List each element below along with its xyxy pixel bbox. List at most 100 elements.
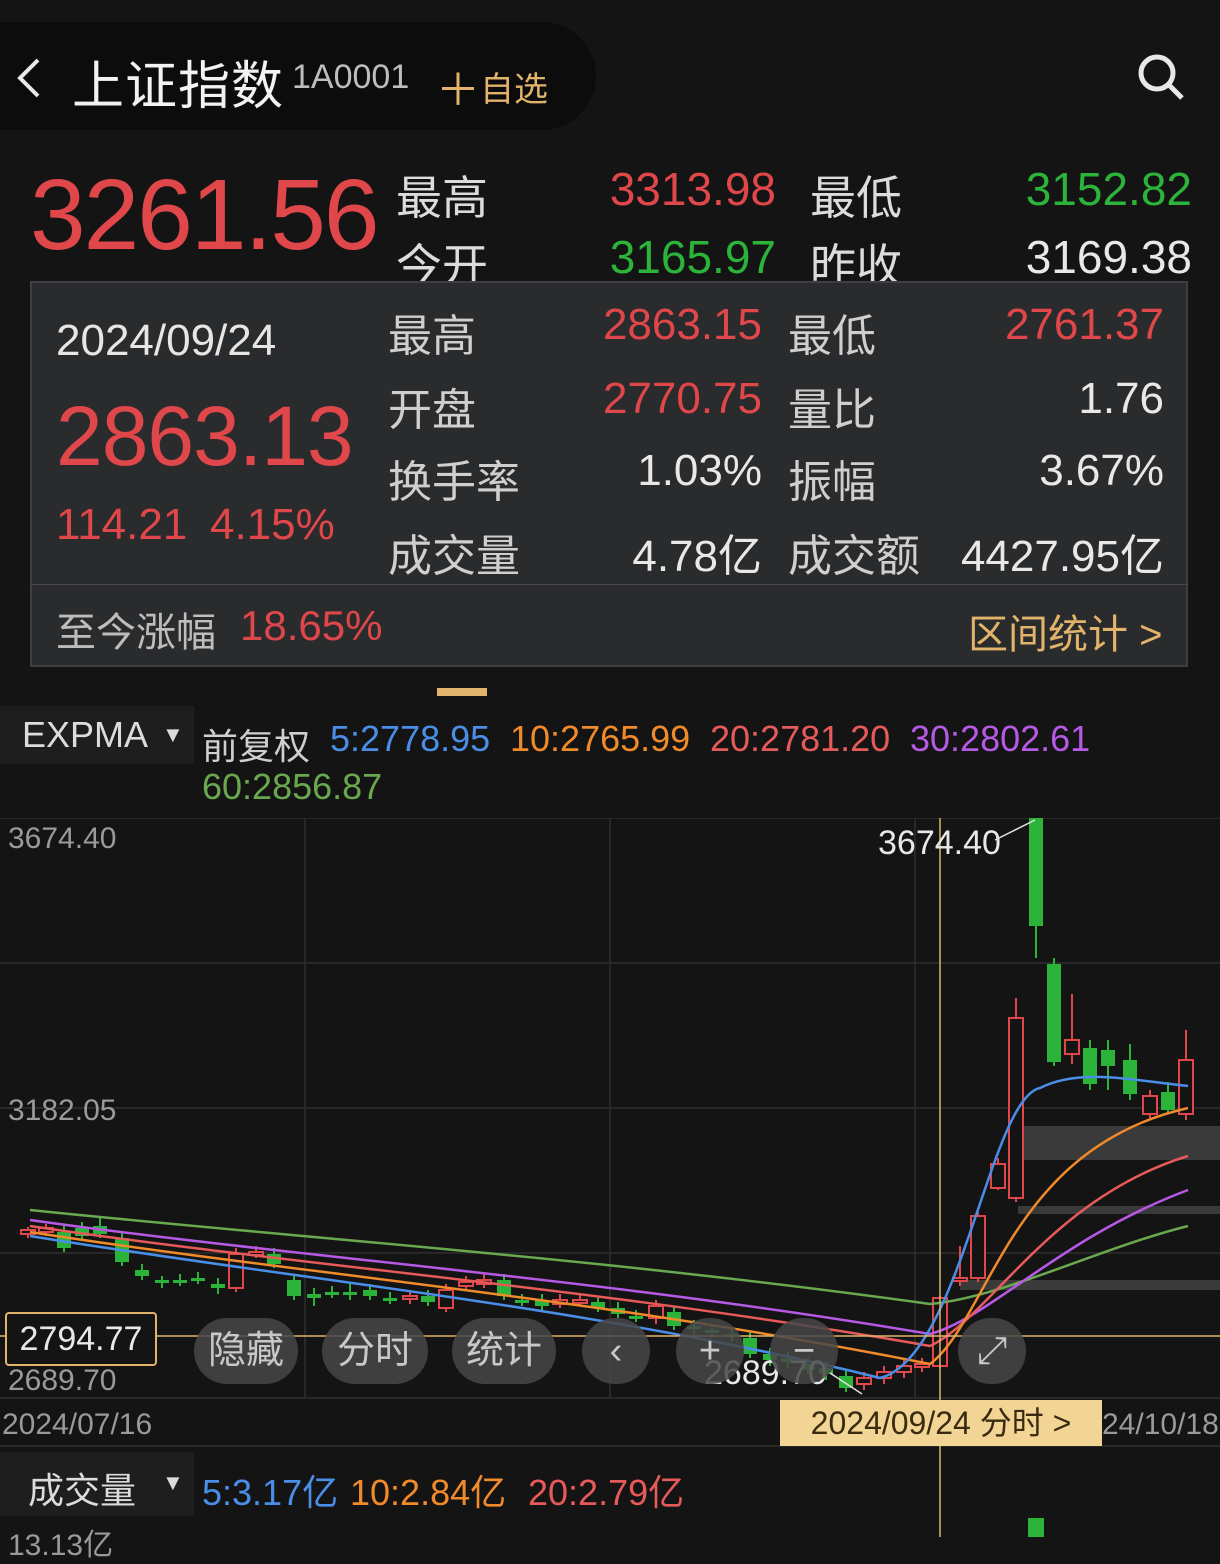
popup-turnover: 1.03% — [637, 446, 762, 495]
current-price: 3261.56 — [30, 159, 379, 271]
popup-volume-label: 成交量 — [388, 532, 520, 581]
candle-body — [155, 1280, 169, 1283]
crosshair-price-tag: 2794.77 — [5, 1312, 157, 1366]
high-label: 最高 — [396, 172, 488, 224]
y-axis-mid: 3182.05 — [8, 1094, 117, 1127]
candle-body — [402, 1295, 418, 1300]
page-title: 上证指数 — [72, 58, 285, 116]
candle-body — [383, 1298, 397, 1301]
candle-body — [1161, 1092, 1175, 1110]
ma30-value: 30:2802.61 — [910, 718, 1091, 759]
candle-body — [856, 1377, 872, 1385]
popup-divider — [30, 584, 1188, 585]
popup-high: 2863.15 — [602, 300, 762, 349]
popup-date: 2024/09/24 — [56, 316, 277, 365]
range-stats-link[interactable]: 区间统计 > — [968, 602, 1162, 660]
expand-icon: ⤢ — [976, 1330, 1008, 1372]
popup-open-label: 开盘 — [388, 386, 476, 435]
hide-button[interactable]: 隐藏 — [194, 1318, 298, 1384]
candle-body — [363, 1290, 377, 1296]
candle-body — [421, 1296, 435, 1302]
plus-icon: + — [698, 1330, 722, 1372]
popup-gain: 18.65% — [240, 602, 383, 649]
dropdown-triangle-icon: ▼ — [162, 722, 184, 747]
low-value: 3152.82 — [1025, 163, 1192, 215]
intraday-button[interactable]: 分时 — [322, 1318, 428, 1384]
candle-body — [572, 1299, 588, 1304]
popup-vol-ratio-label: 量比 — [788, 386, 876, 435]
x-axis-end: 24/10/18 — [1102, 1408, 1219, 1441]
candle-body — [1064, 1039, 1080, 1055]
candle-body — [1047, 964, 1061, 1062]
popup-vol-ratio: 1.76 — [1078, 374, 1164, 423]
ma20-value: 20:2781.20 — [710, 718, 891, 759]
fullscreen-button[interactable]: ⤢ — [958, 1318, 1026, 1384]
stats-button[interactable]: 统计 — [452, 1318, 556, 1384]
gray-band — [1018, 1206, 1220, 1214]
plus-icon: ＋ — [436, 66, 480, 115]
candle-body — [515, 1300, 529, 1303]
dropdown-triangle-icon: ▼ — [162, 1470, 184, 1495]
ma60-value: 60:2856.87 — [202, 766, 383, 807]
popup-low-label: 最低 — [788, 312, 876, 361]
search-icon[interactable] — [1136, 52, 1186, 107]
candle-body — [135, 1270, 149, 1276]
popup-low: 2761.37 — [1004, 300, 1164, 349]
vol-ma10: 10:2.84亿 — [350, 1472, 507, 1513]
indicator-name: EXPMA — [22, 714, 149, 755]
vol-ma5: 5:3.17亿 — [202, 1472, 339, 1513]
candle-body — [1142, 1095, 1158, 1115]
candle-body — [458, 1281, 474, 1287]
popup-high-label: 最高 — [388, 312, 476, 361]
candle-body — [743, 1338, 757, 1354]
vol-ma20: 20:2.79亿 — [528, 1472, 685, 1513]
candle-body — [325, 1292, 339, 1295]
popup-volume: 4.78亿 — [632, 532, 762, 581]
candle-body — [211, 1284, 225, 1288]
volume-bar — [1028, 1518, 1044, 1537]
popup-change: 114.21 — [56, 500, 188, 549]
candle-body — [438, 1289, 454, 1309]
candle-body — [629, 1316, 643, 1319]
stock-code: 1A0001 — [292, 58, 410, 96]
candle-body — [952, 1277, 968, 1282]
chevron-left-icon[interactable] — [14, 56, 44, 110]
zoom-out-button[interactable]: − — [770, 1318, 838, 1384]
candle-body — [1008, 1017, 1024, 1199]
x-axis-start: 2024/07/16 — [2, 1408, 153, 1441]
popup-change-pct: 4.15% — [210, 500, 335, 549]
y-axis-bottom: 2689.70 — [8, 1364, 117, 1397]
add-watchlist-label: 自选 — [480, 71, 548, 109]
popup-close: 2863.13 — [56, 389, 354, 483]
vol-y-top: 13.13亿 — [8, 1529, 114, 1562]
candle-body — [1083, 1048, 1097, 1084]
candle-body — [343, 1292, 357, 1295]
max-price-label: 3674.40 — [878, 824, 1001, 862]
popup-amount-label: 成交额 — [788, 532, 920, 581]
candle-body — [1029, 818, 1043, 926]
candlesticks — [20, 818, 1194, 1392]
scroll-left-button[interactable]: ‹ — [582, 1318, 650, 1384]
ma10-value: 10:2765.99 — [510, 718, 691, 759]
y-axis-top: 3674.40 — [8, 822, 117, 855]
volume-name: 成交量 — [28, 1470, 137, 1511]
tab-indicator — [437, 688, 487, 696]
crosshair-date-tag[interactable]: 2024/09/24 分时 > — [780, 1400, 1102, 1446]
popup-amplitude: 3.67% — [1039, 446, 1164, 495]
candle-body — [173, 1280, 187, 1283]
open-value: 3165.97 — [609, 231, 776, 283]
candle-body — [1123, 1060, 1137, 1094]
candle-body — [287, 1280, 301, 1296]
low-label: 最低 — [810, 172, 902, 224]
adjust-mode[interactable]: 前复权 — [202, 718, 310, 770]
ma5-value: 5:2778.95 — [330, 718, 491, 759]
popup-turnover-label: 换手率 — [388, 458, 520, 507]
candle-body — [1101, 1050, 1115, 1066]
popup-gain-label: 至今涨幅 — [56, 611, 216, 655]
zoom-in-button[interactable]: + — [676, 1318, 744, 1384]
candle-body — [191, 1278, 205, 1281]
add-watchlist-button[interactable]: ＋自选 — [436, 54, 548, 118]
high-value: 3313.98 — [609, 163, 776, 215]
minus-icon: − — [792, 1330, 816, 1372]
popup-amplitude-label: 振幅 — [788, 458, 876, 507]
